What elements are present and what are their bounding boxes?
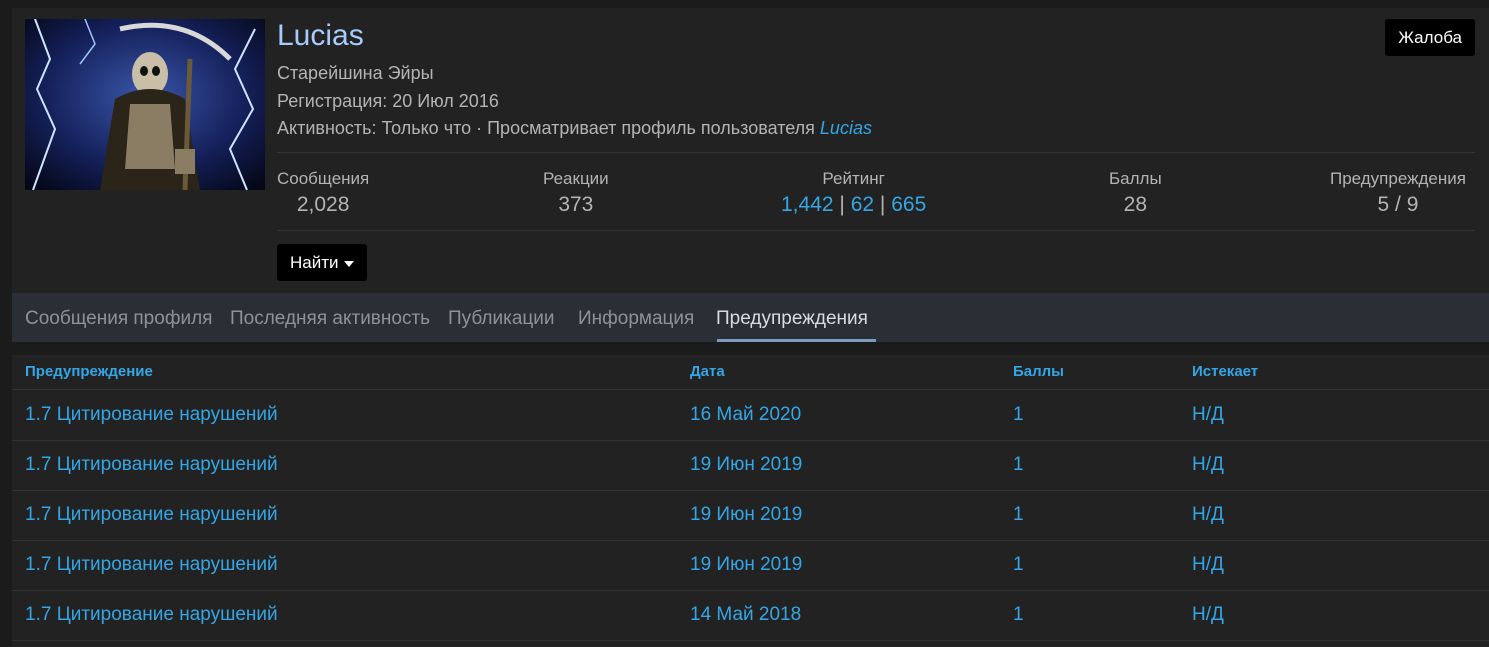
grim-reaper-avatar-icon xyxy=(25,19,265,190)
stat-label: Рейтинг xyxy=(822,169,885,188)
rating-positive[interactable]: 1,442 xyxy=(781,193,834,216)
report-button[interactable]: Жалоба xyxy=(1385,19,1475,56)
find-button[interactable]: Найти xyxy=(277,244,367,281)
rating-negative[interactable]: 62 xyxy=(851,193,874,216)
header-warning[interactable]: Предупреждение xyxy=(25,363,153,381)
rating-separator: | xyxy=(879,193,886,216)
activity-user-link[interactable]: Lucias xyxy=(820,118,872,138)
warning-points[interactable]: 1 xyxy=(1013,404,1024,426)
warning-expires[interactable]: Н/Д xyxy=(1192,504,1224,526)
caret-down-icon xyxy=(343,260,354,267)
table-header: Предупреждение Дата Баллы Истекает xyxy=(12,355,1489,390)
stats-divider xyxy=(277,152,1475,153)
warning-date[interactable]: 19 Июн 2019 xyxy=(690,554,802,576)
stat-value: 373 xyxy=(558,193,594,216)
stat-reactions[interactable]: Реакции 373 xyxy=(543,168,609,220)
stat-points[interactable]: Баллы 28 xyxy=(1109,168,1162,220)
warning-link[interactable]: 1.7 Цитирование нарушений xyxy=(25,604,278,626)
warning-link[interactable]: 1.7 Цитирование нарушений xyxy=(25,554,278,576)
profile-tabs: Сообщения профиля Последняя активность П… xyxy=(12,293,1489,342)
registration-date: Регистрация: 20 Июл 2016 xyxy=(277,91,499,111)
table-row[interactable]: 1.7 Цитирование нарушений 16 Май 2020 1 … xyxy=(12,390,1489,441)
warning-expires[interactable]: Н/Д xyxy=(1192,454,1224,476)
avatar[interactable] xyxy=(25,19,265,190)
stat-label: Баллы xyxy=(1109,169,1162,188)
stat-rating: Рейтинг 1,442 | 62 | 665 xyxy=(781,168,926,220)
user-title: Старейшина Эйры xyxy=(277,63,434,83)
warning-link[interactable]: 1.7 Цитирование нарушений xyxy=(25,454,278,476)
stat-label: Реакции xyxy=(543,169,609,188)
warnings-table: Предупреждение Дата Баллы Истекает 1.7 Ц… xyxy=(12,355,1489,647)
username[interactable]: Lucias xyxy=(277,18,364,54)
warning-date[interactable]: 14 Май 2018 xyxy=(690,604,801,626)
stat-messages[interactable]: Сообщения 2,028 xyxy=(277,168,369,220)
find-label: Найти xyxy=(290,253,339,272)
warning-expires[interactable]: Н/Д xyxy=(1192,554,1224,576)
stat-value: 2,028 xyxy=(296,193,350,216)
table-row[interactable]: 1.7 Цитирование нарушений 14 Май 2018 1 … xyxy=(12,590,1489,641)
tab-profile-posts[interactable]: Сообщения профиля xyxy=(25,293,212,342)
stat-value: 5 / 9 xyxy=(1377,193,1419,216)
stats-divider xyxy=(277,230,1475,231)
activity-text: Активность: Только что · Просматривает п… xyxy=(277,118,820,138)
rating-separator: | xyxy=(839,193,845,216)
tab-latest-activity[interactable]: Последняя активность xyxy=(230,293,430,342)
profile-header: Lucias Старейшина Эйры Регистрация: 20 И… xyxy=(12,8,1489,293)
table-row[interactable]: 1.7 Цитирование нарушений 19 Июн 2019 1 … xyxy=(12,440,1489,491)
tab-warnings[interactable]: Предупреждения xyxy=(716,293,868,342)
header-points[interactable]: Баллы xyxy=(1013,363,1064,381)
table-row[interactable]: 1.7 Цитирование нарушений 19 Июн 2019 1 … xyxy=(12,490,1489,541)
stat-value: 28 xyxy=(1123,193,1148,216)
warning-points[interactable]: 1 xyxy=(1013,554,1024,576)
tab-about[interactable]: Информация xyxy=(578,293,694,342)
user-activity: Активность: Только что · Просматривает п… xyxy=(277,117,872,139)
warning-date[interactable]: 16 Май 2020 xyxy=(690,404,801,426)
stat-warnings[interactable]: Предупреждения 5 / 9 xyxy=(1330,168,1466,220)
warning-link[interactable]: 1.7 Цитирование нарушений xyxy=(25,504,278,526)
warning-date[interactable]: 19 Июн 2019 xyxy=(690,454,802,476)
warning-expires[interactable]: Н/Д xyxy=(1192,404,1224,426)
stat-label: Сообщения xyxy=(277,169,370,188)
header-date[interactable]: Дата xyxy=(690,363,725,381)
warning-points[interactable]: 1 xyxy=(1013,604,1024,626)
warning-points[interactable]: 1 xyxy=(1013,504,1024,526)
warning-expires[interactable]: Н/Д xyxy=(1192,604,1224,626)
warning-link[interactable]: 1.7 Цитирование нарушений xyxy=(25,404,278,426)
rating-total[interactable]: 665 xyxy=(891,193,926,216)
stat-label: Предупреждения xyxy=(1330,169,1466,188)
active-tab-indicator xyxy=(717,339,876,342)
warning-date[interactable]: 19 Июн 2019 xyxy=(690,504,802,526)
tab-postings[interactable]: Публикации xyxy=(448,293,555,342)
stat-value: 1,442 | 62 | 665 xyxy=(781,190,926,220)
header-expires[interactable]: Истекает xyxy=(1192,363,1258,381)
table-row[interactable]: 1.7 Цитирование нарушений 19 Июн 2019 1 … xyxy=(12,540,1489,591)
warning-points[interactable]: 1 xyxy=(1013,454,1024,476)
